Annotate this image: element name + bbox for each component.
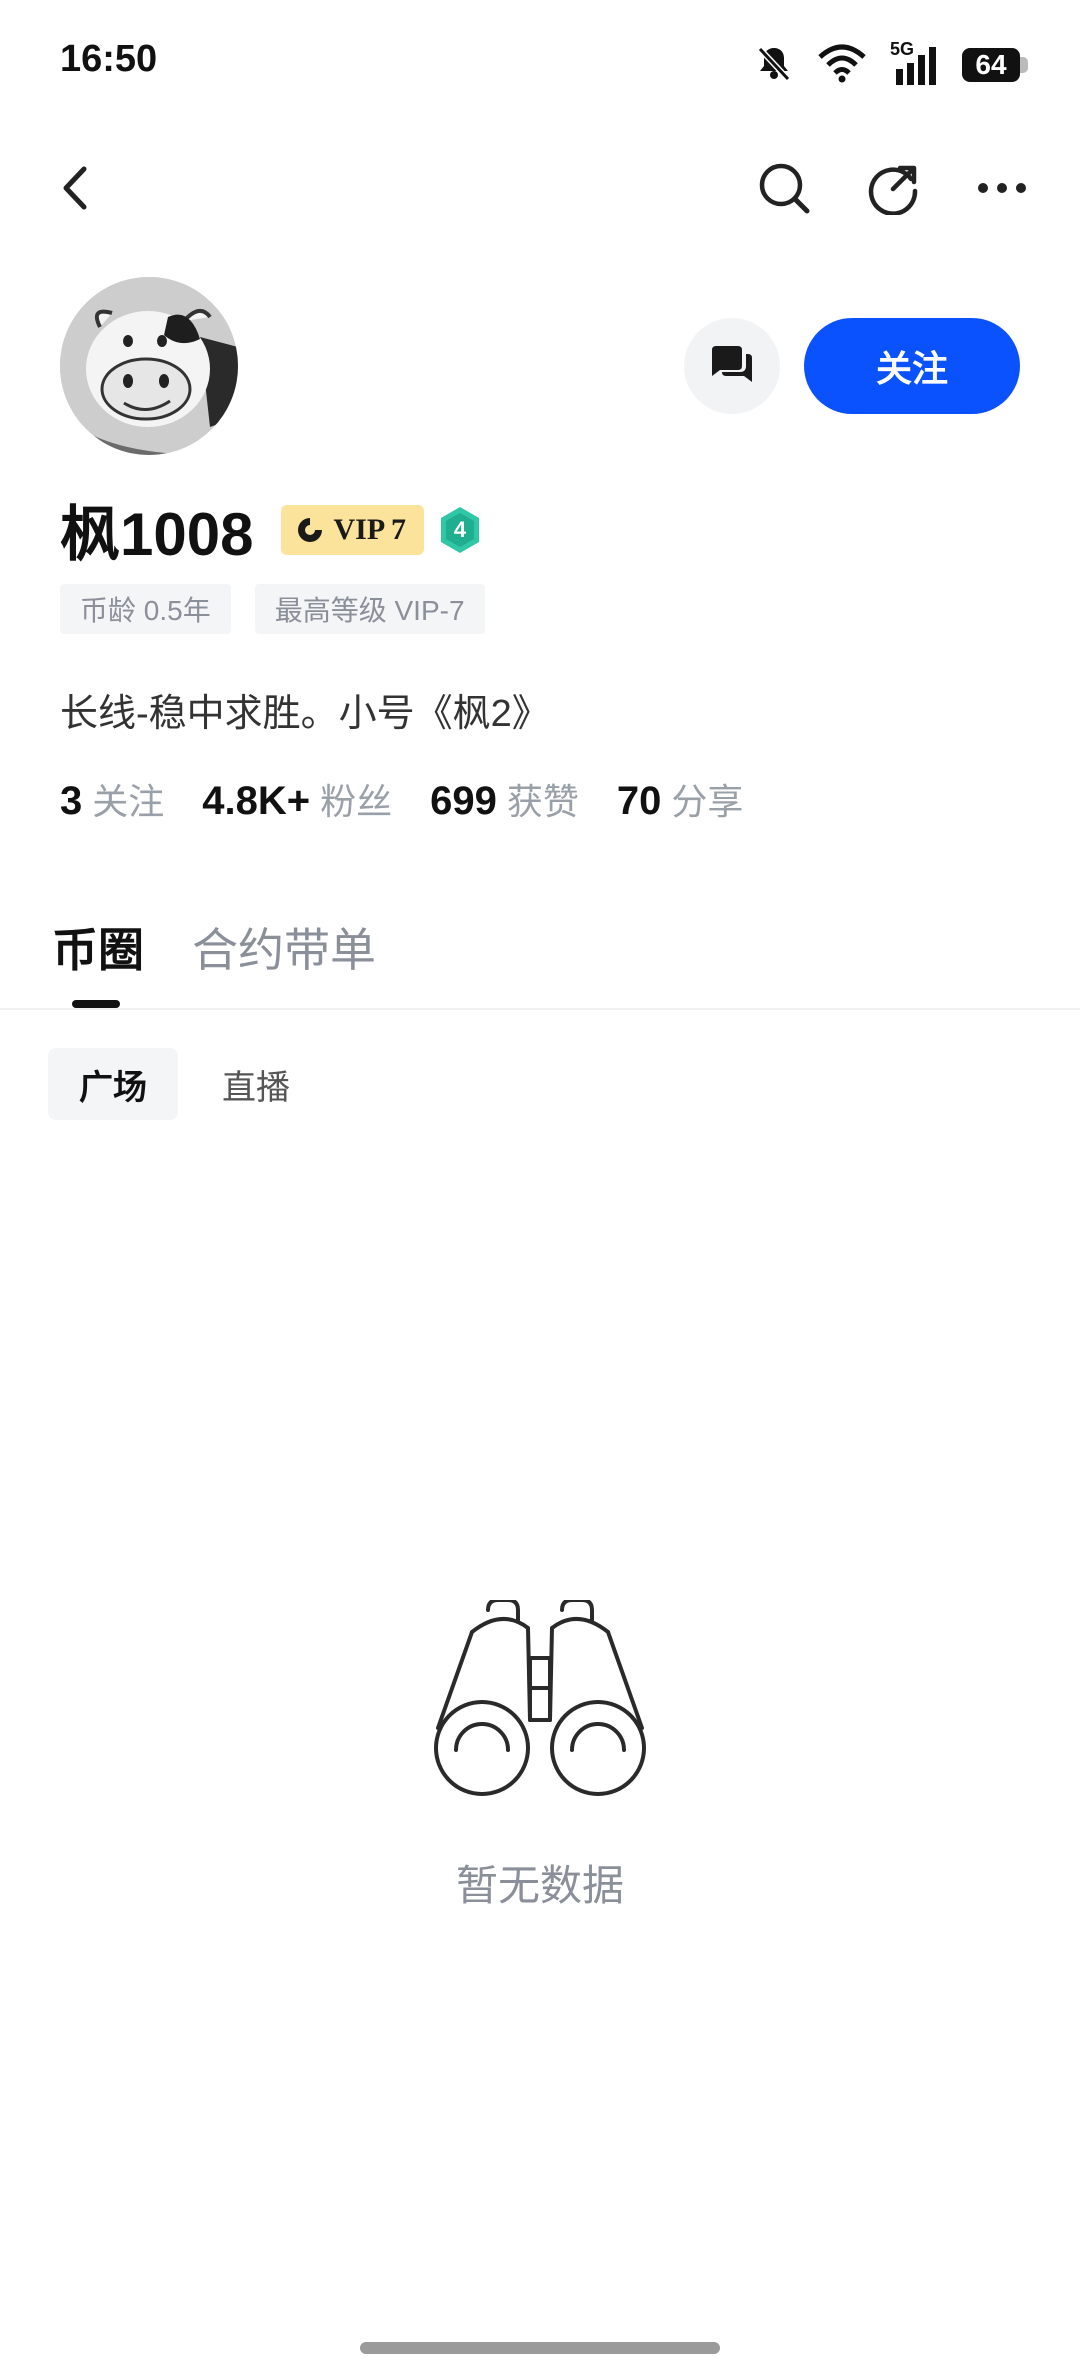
binoculars-icon <box>432 1598 648 1796</box>
coin-age-tag: 币龄 0.5年 <box>60 584 231 634</box>
more-icon <box>978 183 1026 193</box>
stat-followers[interactable]: 4.8K+ 粉丝 <box>202 773 392 825</box>
level-badge[interactable]: 4 <box>438 505 482 555</box>
home-indicator[interactable] <box>360 2342 720 2354</box>
stat-value: 3 <box>60 779 83 823</box>
wifi-icon <box>816 43 868 88</box>
vip-badge[interactable]: VIP 7 <box>281 504 424 555</box>
chat-icon <box>712 346 752 382</box>
username: 枫1008 <box>60 501 254 568</box>
max-level-tag: 最高等级 VIP-7 <box>254 584 485 634</box>
tab-coin-circle[interactable]: 币圈 <box>52 914 144 980</box>
stat-shares[interactable]: 70 分享 <box>617 773 744 825</box>
avatar[interactable] <box>60 277 238 455</box>
status-icons: 5G 64 <box>754 39 1028 90</box>
search-icon <box>759 163 810 214</box>
share-button[interactable] <box>866 160 922 216</box>
active-tab-indicator <box>72 1000 120 1008</box>
subtab-live[interactable]: 直播 <box>222 1048 290 1120</box>
stat-value: 4.8K+ <box>202 779 311 823</box>
cow-avatar-icon <box>60 277 238 455</box>
stat-label: 分享 <box>671 781 744 822</box>
back-button[interactable] <box>50 160 100 216</box>
signal-icon: 5G <box>890 39 940 87</box>
level-badge-number: 4 <box>453 516 467 542</box>
more-button[interactable] <box>974 160 1030 216</box>
stat-label: 粉丝 <box>320 781 393 822</box>
vip-logo-icon <box>298 517 323 542</box>
name-row: 枫1008 VIP 7 4 <box>60 486 482 573</box>
mute-icon <box>754 43 794 88</box>
message-button[interactable] <box>684 318 780 414</box>
follow-button[interactable]: 关注 <box>804 318 1020 414</box>
stat-following[interactable]: 3 关注 <box>60 773 164 825</box>
vip-badge-label: VIP 7 <box>333 512 406 546</box>
stats-row: 3 关注 4.8K+ 粉丝 699 获赞 70 分享 <box>60 773 743 825</box>
bio-text: 长线-稳中求胜。小号《枫2》 <box>60 693 550 735</box>
stat-likes[interactable]: 699 获赞 <box>430 773 579 825</box>
empty-state-text: 暂无数据 <box>455 1862 624 1909</box>
chevron-left-icon <box>63 166 87 210</box>
search-button[interactable] <box>756 160 812 216</box>
stat-value: 699 <box>430 779 497 823</box>
tab-divider <box>0 1008 1080 1010</box>
share-icon <box>868 165 918 215</box>
subtab-square[interactable]: 广场 <box>48 1048 178 1120</box>
status-time: 16:50 <box>60 38 158 80</box>
stat-label: 获赞 <box>506 781 579 822</box>
profile-tags: 币龄 0.5年 最高等级 VIP-7 <box>60 584 485 634</box>
tab-copy-trading[interactable]: 合约带单 <box>192 914 376 980</box>
battery-indicator: 64 <box>962 48 1028 82</box>
stat-value: 70 <box>616 779 662 823</box>
stat-label: 关注 <box>92 781 165 822</box>
